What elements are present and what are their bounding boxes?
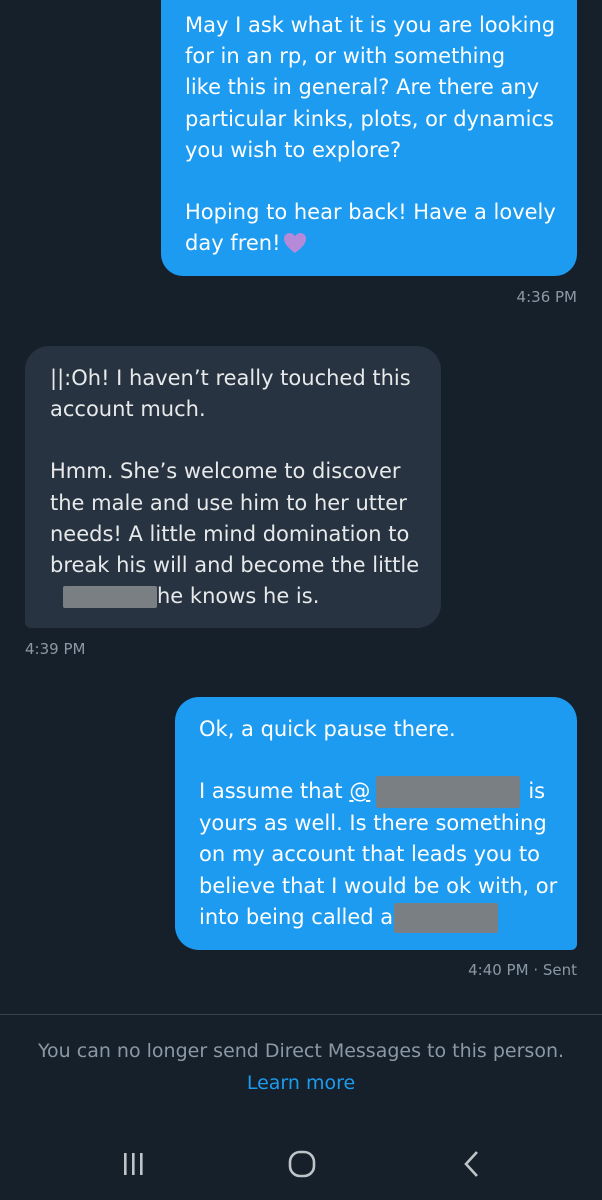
- message-timestamp: 4:36 PM: [516, 288, 577, 306]
- message-text: the male and use him to her utter: [50, 490, 407, 515]
- redacted-handle: [376, 776, 521, 809]
- message-text: day fren!: [185, 231, 281, 256]
- purple-heart-icon: [283, 232, 307, 263]
- message-text: Ok, a quick pause there.: [199, 717, 456, 741]
- message-text: believe that I would be ok with, or: [199, 873, 558, 898]
- back-icon: [452, 1151, 492, 1186]
- message-timestamp: 4:39 PM: [25, 640, 86, 658]
- learn-more-link-text[interactable]: Learn more: [247, 1072, 355, 1094]
- message-text: into being called a: [199, 904, 394, 929]
- mention-link[interactable]: @: [349, 779, 370, 803]
- message-text: needs! A little mind domination to: [50, 521, 410, 546]
- message-line: he knows he is.: [50, 581, 416, 612]
- message-text: Hoping to hear back! Have a lovely: [185, 200, 556, 225]
- message-line: into being called a: [199, 902, 553, 933]
- recent-apps-button[interactable]: [113, 1146, 153, 1182]
- message-text: he knows he is.: [157, 584, 320, 609]
- learn-more-link: Learn more: [0, 1072, 602, 1094]
- message-text: break his will and become the little: [50, 553, 420, 578]
- message-bubble-sent[interactable]: Ok, a quick pause there. I assume that @…: [175, 697, 577, 950]
- system-navigation-bar: [0, 1130, 602, 1200]
- message-text: you wish to explore?: [185, 137, 402, 162]
- message-text: for in an rp, or with something: [185, 44, 506, 69]
- message-text: yours as well. Is there something: [199, 811, 547, 836]
- message-text: on my account that leads you to: [199, 842, 540, 867]
- message-text: Hmm. She’s welcome to discover: [50, 459, 401, 484]
- recent-apps-icon: [113, 1153, 153, 1186]
- back-button[interactable]: [452, 1146, 492, 1182]
- redacted-word: [394, 902, 499, 933]
- message-text: is: [528, 779, 546, 804]
- divider: [0, 1014, 602, 1015]
- home-button[interactable]: [281, 1146, 321, 1182]
- message-line: I assume that @ is: [199, 776, 553, 809]
- message-text: account much.: [50, 397, 206, 422]
- message-line: day fren!: [185, 228, 553, 263]
- redacted-word: [63, 586, 157, 609]
- message-timestamp: 4:40 PM · Sent: [468, 961, 577, 979]
- message-text: I assume that: [199, 779, 343, 804]
- message-bubble-received[interactable]: ||:Oh! I haven’t really touched this acc…: [25, 346, 441, 628]
- home-icon: [281, 1150, 321, 1186]
- message-text: particular kinks, plots, or dynamics: [185, 106, 554, 131]
- message-text: ||:Oh! I haven’t really touched this: [50, 366, 411, 390]
- message-text: May I ask what it is you are looking: [185, 13, 556, 37]
- dm-disabled-notice: You can no longer send Direct Messages t…: [37, 1040, 565, 1062]
- message-bubble-sent[interactable]: May I ask what it is you are looking for…: [161, 0, 577, 276]
- dm-conversation-screen: May I ask what it is you are looking for…: [0, 0, 602, 1200]
- message-text: like this in general? Are there any: [185, 75, 540, 100]
